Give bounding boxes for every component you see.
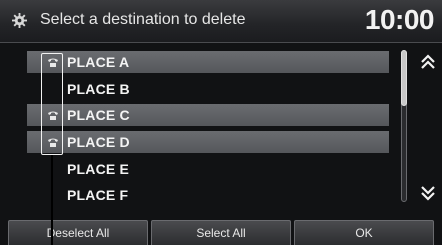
ok-button[interactable]: OK	[294, 220, 434, 245]
screen: Select a destination to delete 10:00 PLA…	[0, 0, 442, 245]
list-item-label: PLACE B	[67, 80, 130, 97]
list-item-label: PLACE D	[67, 134, 130, 151]
select-all-button[interactable]: Select All	[151, 220, 291, 245]
destination-list: PLACE A PLACE B PLACE C PLACE D PLACE E PLACE…	[27, 51, 389, 211]
scrollbar-thumb[interactable]	[401, 50, 407, 106]
double-chevron-down-icon	[421, 186, 435, 201]
scroll-up-button[interactable]	[418, 52, 438, 72]
double-chevron-up-icon	[421, 54, 435, 69]
list-item[interactable]: PLACE F	[27, 184, 389, 206]
footer-bar: Deselect All Select All OK	[0, 220, 442, 245]
list-item-label: PLACE F	[67, 187, 129, 204]
list-item[interactable]: PLACE C	[27, 104, 389, 127]
page-title: Select a destination to delete	[40, 11, 246, 28]
scrollbar[interactable]	[398, 50, 410, 202]
callout-line	[51, 155, 53, 245]
list-item[interactable]: PLACE E	[27, 158, 389, 180]
list-item-label: PLACE C	[67, 107, 130, 124]
gear-icon	[12, 13, 27, 28]
list-item-label: PLACE E	[67, 160, 130, 177]
scroll-down-button[interactable]	[418, 183, 438, 203]
clock: 10:00	[364, 4, 435, 35]
list-item[interactable]: PLACE B	[27, 78, 389, 100]
list-item[interactable]: PLACE D	[27, 131, 389, 154]
list-item[interactable]: PLACE A	[27, 51, 389, 73]
deselect-all-button[interactable]: Deselect All	[8, 220, 148, 245]
list-item-label: PLACE A	[67, 54, 130, 70]
callout-box	[41, 53, 63, 155]
title-bar: Select a destination to delete 10:00	[0, 0, 442, 43]
